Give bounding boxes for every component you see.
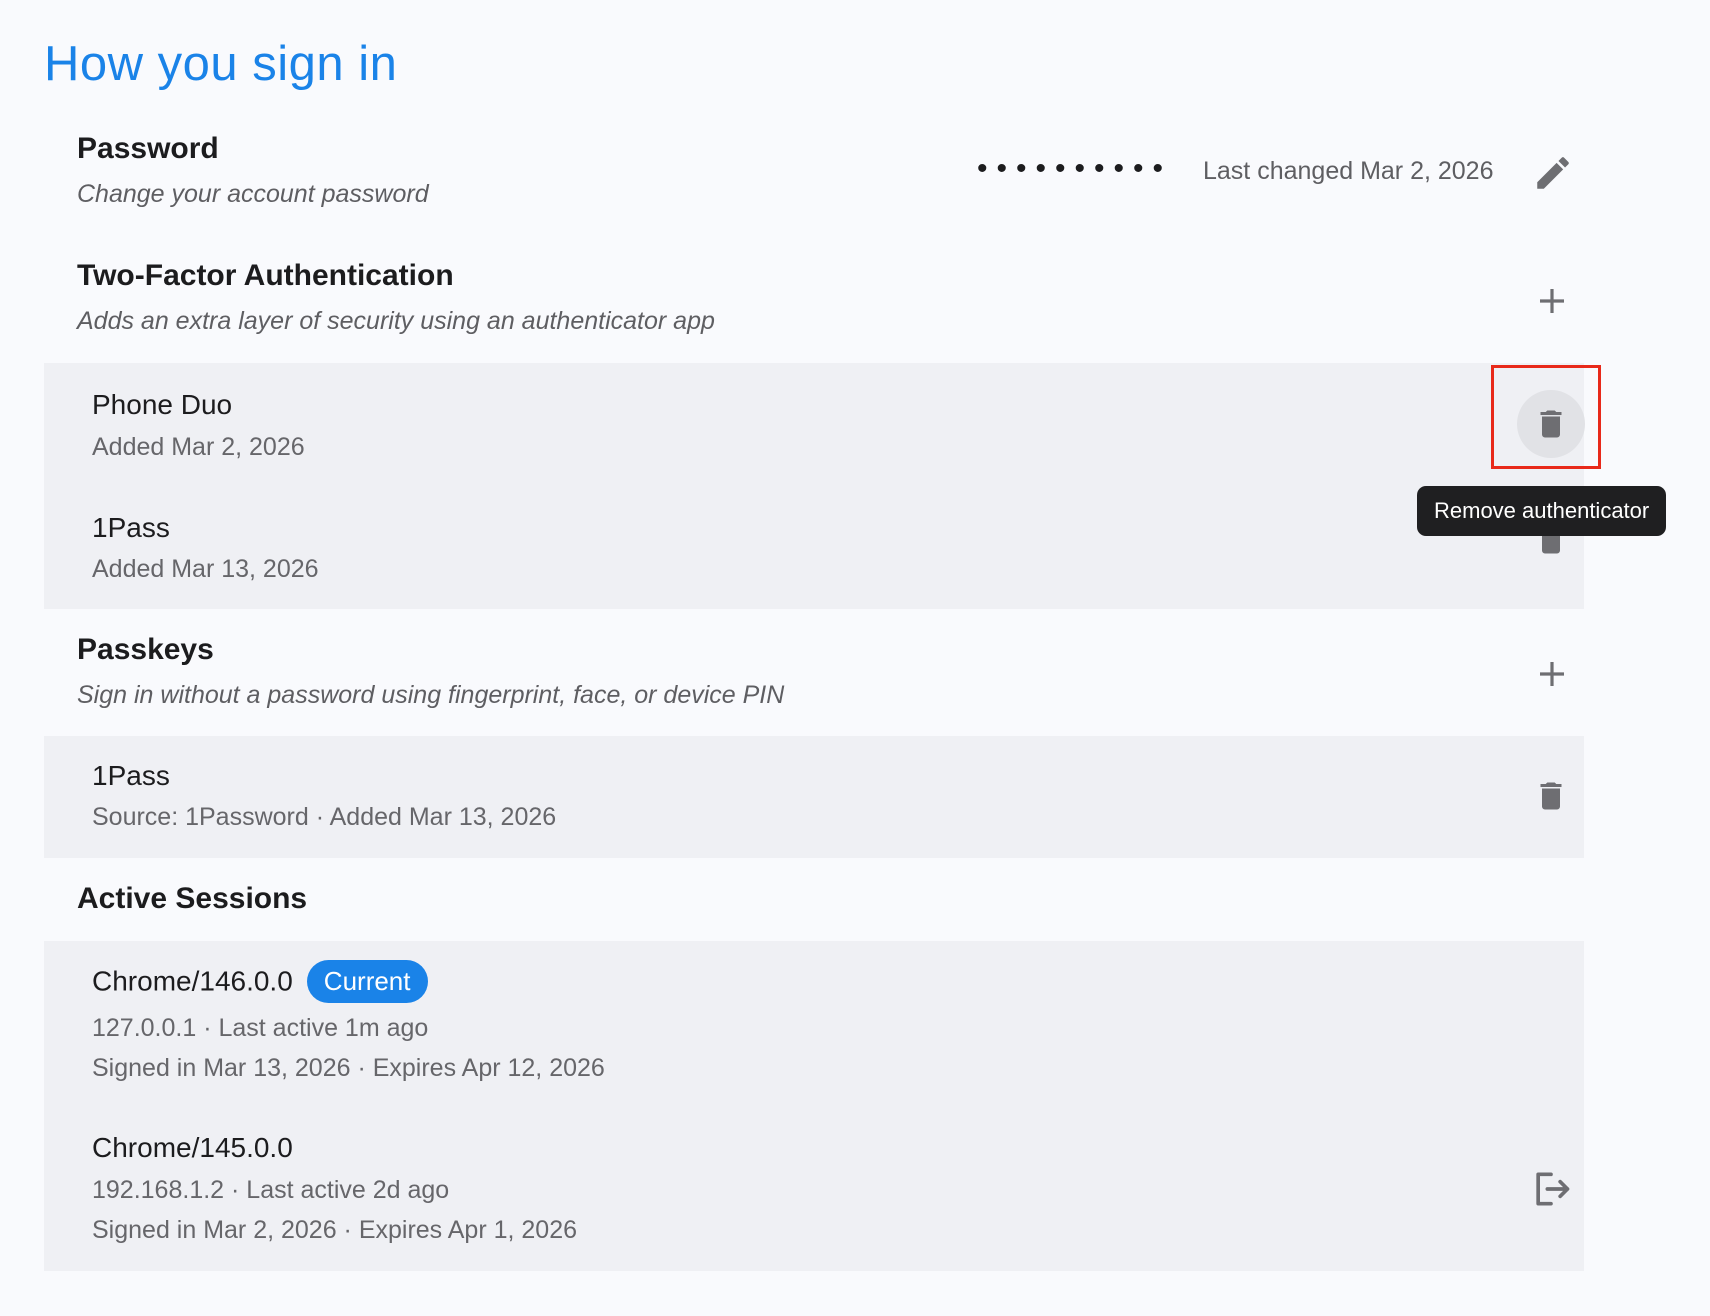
trash-icon xyxy=(1540,782,1562,810)
authenticator-name: 1Pass xyxy=(92,512,170,543)
remove-authenticator-tooltip: Remove authenticator xyxy=(1417,486,1667,536)
revoke-session-button[interactable] xyxy=(1522,1161,1580,1217)
current-session-badge: Current xyxy=(306,960,428,1003)
session-browser: Chrome/146.0.0 xyxy=(92,965,293,997)
session-activity: 127.0.0.1 · Last active 1m ago xyxy=(92,1014,429,1042)
remove-authenticator-highlight xyxy=(1491,365,1601,469)
sessions-title: Active Sessions xyxy=(77,882,308,915)
add-passkey-button[interactable] xyxy=(1527,649,1577,699)
authenticator-added: Added Mar 13, 2026 xyxy=(92,555,319,583)
session-activity: 192.168.1.2 · Last active 2d ago xyxy=(92,1176,450,1204)
page-title: How you sign in xyxy=(44,37,398,91)
passkey-list: 1Pass Source: 1Password · Added Mar 13, … xyxy=(44,736,1584,858)
session-list: Chrome/146.0.0 Current 127.0.0.1 · Last a… xyxy=(44,941,1584,1271)
password-description: Change your account password xyxy=(77,180,429,208)
two-factor-description: Adds an extra layer of security using an… xyxy=(77,307,715,335)
passkeys-description: Sign in without a password using fingerp… xyxy=(77,681,785,709)
password-masked: •••••••••• xyxy=(977,152,1173,185)
session-browser: Chrome/145.0.0 xyxy=(92,1132,293,1163)
authenticator-name: Phone Duo xyxy=(92,389,233,420)
pencil-icon xyxy=(1537,157,1569,189)
session-row-current: Chrome/146.0.0 Current xyxy=(92,960,428,1003)
session-signed-in: Signed in Mar 13, 2026 · Expires Apr 12,… xyxy=(92,1054,605,1082)
plus-icon xyxy=(1540,662,1564,686)
passkey-name: 1Pass xyxy=(92,760,170,791)
session-signed-in: Signed in Mar 2, 2026 · Expires Apr 1, 2… xyxy=(92,1216,578,1244)
authenticator-list: Phone Duo Added Mar 2, 2026 1Pass Added … xyxy=(44,363,1585,609)
passkey-details: Source: 1Password · Added Mar 13, 2026 xyxy=(92,803,557,831)
plus-icon xyxy=(1540,289,1564,313)
add-authenticator-button[interactable] xyxy=(1527,276,1577,326)
authenticator-added: Added Mar 2, 2026 xyxy=(92,433,305,461)
two-factor-title: Two-Factor Authentication xyxy=(77,259,454,292)
password-last-changed: Last changed Mar 2, 2026 xyxy=(1203,157,1494,185)
passkeys-title: Passkeys xyxy=(77,633,214,666)
password-title: Password xyxy=(77,132,219,165)
edit-password-button[interactable] xyxy=(1527,150,1579,196)
remove-passkey-button[interactable] xyxy=(1527,770,1575,822)
logout-icon xyxy=(1536,1172,1570,1206)
